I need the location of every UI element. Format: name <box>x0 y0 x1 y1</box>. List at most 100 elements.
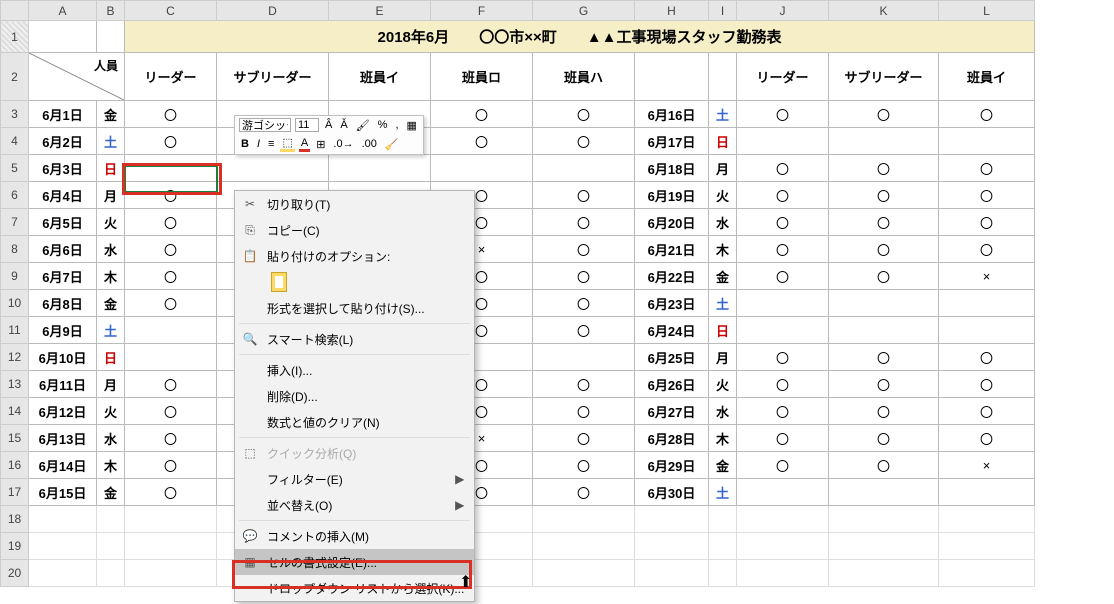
menu-item[interactable]: 🔍スマート検索(L) <box>235 326 474 352</box>
weekday-cell[interactable]: 日 <box>709 128 737 155</box>
data-cell[interactable]: 〇 <box>125 479 217 506</box>
percent-icon[interactable]: % <box>376 119 390 131</box>
data-cell[interactable]: 〇 <box>533 209 635 236</box>
empty-cell[interactable] <box>709 533 737 560</box>
empty-cell[interactable] <box>533 560 635 587</box>
data-cell[interactable]: 〇 <box>939 344 1035 371</box>
menu-item[interactable]: 並べ替え(O)▶ <box>235 492 474 518</box>
weekday-cell[interactable]: 火 <box>97 398 125 425</box>
data-cell[interactable]: 〇 <box>533 182 635 209</box>
clear-format-icon[interactable]: 🧹 <box>383 138 401 151</box>
data-cell[interactable]: × <box>939 452 1035 479</box>
data-cell[interactable] <box>217 155 329 182</box>
fill-color-icon[interactable]: ⬚ <box>280 136 294 152</box>
col-header-C[interactable]: C <box>125 1 217 21</box>
date-cell[interactable]: 6月12日 <box>29 398 97 425</box>
header-cell[interactable]: 班員ハ <box>533 53 635 101</box>
row-header[interactable]: 10 <box>1 290 29 317</box>
data-cell[interactable]: × <box>939 263 1035 290</box>
menu-item[interactable] <box>235 269 474 295</box>
decrease-font-icon[interactable]: Ǎ <box>338 119 349 131</box>
header-cell[interactable]: サブリーダー <box>829 53 939 101</box>
menu-item[interactable]: 挿入(I)... <box>235 357 474 383</box>
weekday-cell[interactable]: 日 <box>97 155 125 182</box>
empty-cell[interactable] <box>709 506 737 533</box>
row-header[interactable]: 14 <box>1 398 29 425</box>
data-cell[interactable]: 〇 <box>431 101 533 128</box>
empty-cell[interactable] <box>829 560 939 587</box>
header-cell[interactable]: サブリーダー <box>217 53 329 101</box>
data-cell[interactable] <box>737 290 829 317</box>
date-cell[interactable]: 6月29日 <box>635 452 709 479</box>
data-cell[interactable] <box>737 479 829 506</box>
data-cell[interactable]: 〇 <box>125 236 217 263</box>
data-cell[interactable]: 〇 <box>829 452 939 479</box>
data-cell[interactable]: 〇 <box>737 344 829 371</box>
data-cell[interactable]: 〇 <box>533 371 635 398</box>
date-cell[interactable]: 6月14日 <box>29 452 97 479</box>
weekday-cell[interactable]: 水 <box>97 425 125 452</box>
merge-icon[interactable]: ▦ <box>405 119 419 132</box>
data-cell[interactable] <box>939 290 1035 317</box>
data-cell[interactable]: 〇 <box>939 182 1035 209</box>
font-family-input[interactable] <box>239 118 291 132</box>
row-header[interactable]: 3 <box>1 101 29 128</box>
row-header[interactable]: 8 <box>1 236 29 263</box>
data-cell[interactable] <box>939 479 1035 506</box>
date-cell[interactable]: 6月27日 <box>635 398 709 425</box>
menu-item[interactable]: ✂切り取り(T) <box>235 191 474 217</box>
col-header-A[interactable]: A <box>29 1 97 21</box>
empty-cell[interactable] <box>635 533 709 560</box>
row-header[interactable]: 6 <box>1 182 29 209</box>
data-cell[interactable]: 〇 <box>533 263 635 290</box>
menu-item[interactable]: フィルター(E)▶ <box>235 466 474 492</box>
empty-cell[interactable] <box>829 506 939 533</box>
weekday-cell[interactable]: 月 <box>97 182 125 209</box>
col-header-E[interactable]: E <box>329 1 431 21</box>
menu-item[interactable]: 数式と値のクリア(N) <box>235 409 474 435</box>
menu-item[interactable]: ⬚クイック分析(Q) <box>235 440 474 466</box>
date-cell[interactable]: 6月9日 <box>29 317 97 344</box>
data-cell[interactable]: 〇 <box>829 425 939 452</box>
date-cell[interactable]: 6月15日 <box>29 479 97 506</box>
row-header[interactable]: 12 <box>1 344 29 371</box>
data-cell[interactable]: 〇 <box>125 425 217 452</box>
col-header-K[interactable]: K <box>829 1 939 21</box>
data-cell[interactable]: 〇 <box>125 452 217 479</box>
weekday-cell[interactable]: 土 <box>709 101 737 128</box>
col-header-B[interactable]: B <box>97 1 125 21</box>
empty-cell[interactable] <box>709 560 737 587</box>
data-cell[interactable]: 〇 <box>737 263 829 290</box>
data-cell[interactable]: 〇 <box>737 209 829 236</box>
date-cell[interactable]: 6月26日 <box>635 371 709 398</box>
col-header-J[interactable]: J <box>737 1 829 21</box>
row-header[interactable]: 13 <box>1 371 29 398</box>
empty-cell[interactable] <box>97 533 125 560</box>
date-cell[interactable]: 6月20日 <box>635 209 709 236</box>
date-cell[interactable]: 6月22日 <box>635 263 709 290</box>
row-header[interactable]: 19 <box>1 533 29 560</box>
data-cell[interactable]: 〇 <box>125 101 217 128</box>
empty-cell[interactable] <box>737 533 829 560</box>
data-cell[interactable]: 〇 <box>533 317 635 344</box>
menu-item[interactable]: 💬コメントの挿入(M) <box>235 523 474 549</box>
empty-cell[interactable] <box>737 560 829 587</box>
bold-icon[interactable]: B <box>239 138 251 150</box>
row-header[interactable]: 17 <box>1 479 29 506</box>
col-header-L[interactable]: L <box>939 1 1035 21</box>
header-cell[interactable] <box>635 53 709 101</box>
empty-cell[interactable] <box>635 506 709 533</box>
data-cell[interactable]: 〇 <box>737 425 829 452</box>
data-cell[interactable]: 〇 <box>939 398 1035 425</box>
comma-icon[interactable]: , <box>393 119 400 131</box>
data-cell[interactable] <box>939 317 1035 344</box>
diagonal-header[interactable]: 人員 <box>29 53 125 101</box>
weekday-cell[interactable]: 月 <box>709 155 737 182</box>
weekday-cell[interactable]: 木 <box>97 263 125 290</box>
data-cell[interactable] <box>829 128 939 155</box>
weekday-cell[interactable]: 月 <box>709 344 737 371</box>
data-cell[interactable]: 〇 <box>829 236 939 263</box>
row-header[interactable]: 7 <box>1 209 29 236</box>
data-cell[interactable]: 〇 <box>125 398 217 425</box>
menu-item[interactable]: 削除(D)... <box>235 383 474 409</box>
